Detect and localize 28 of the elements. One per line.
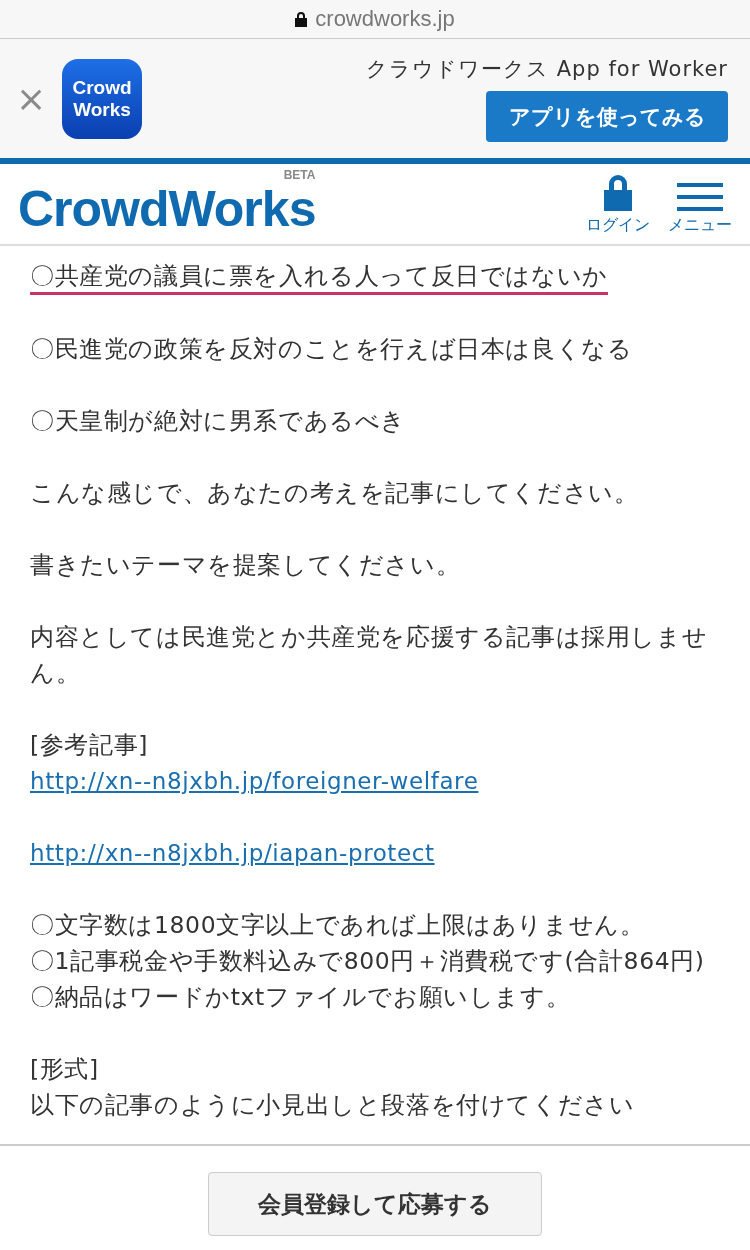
- apply-button[interactable]: 会員登録して応募する: [208, 1172, 542, 1236]
- paragraph-text: 〇民進党の政策を反対のことを行えば日本は良くなる: [30, 334, 634, 365]
- paragraph-text: 〇文字数は1800文字以上であれば上限はありません。: [30, 910, 646, 941]
- logo[interactable]: CrowdWorks: [18, 184, 316, 234]
- lock-icon: [601, 172, 635, 211]
- link[interactable]: http://xn--n8jxbh.jp/foreigner-welfare: [30, 763, 720, 799]
- link[interactable]: http://xn--n8jxbh.jp/iapan-protect: [30, 835, 720, 871]
- app-icon-text: Crowd: [72, 76, 132, 99]
- paragraph-text: [形式]: [30, 1054, 100, 1085]
- url-text[interactable]: crowdworks.jp: [315, 6, 455, 32]
- paragraph-text: 〇天皇制が絶対に男系であるべき: [30, 406, 407, 437]
- beta-label: BETA: [283, 168, 316, 182]
- login-button[interactable]: ログイン: [586, 172, 650, 236]
- open-app-button[interactable]: アプリを使ってみる: [486, 91, 728, 142]
- paragraph-text: 〇納品はワードかtxtファイルでお願いします。: [30, 982, 572, 1013]
- paragraph-text: 書きたいテーマを提案してください。: [30, 550, 462, 581]
- paragraph-text: こんな感じで、あなたの考えを記事にしてください。: [30, 478, 640, 509]
- paragraph-text: [参考記事]: [30, 730, 149, 761]
- paragraph-text: 以下の記事のように小見出しと段落を付けてください: [30, 1090, 636, 1121]
- close-icon[interactable]: ×: [16, 80, 46, 117]
- app-title: クラウドワークス App for Worker: [366, 56, 728, 83]
- paragraph-text: 〇共産党の議員に票を入れる人って反日ではないか: [30, 260, 608, 295]
- app-icon-text: Works: [73, 98, 131, 121]
- paragraph-text: 内容としては民進党とか共産党を応援する記事は採用しません。: [30, 622, 709, 689]
- menu-button[interactable]: メニュー: [668, 182, 732, 236]
- paragraph-text: 〇1記事税金や手数料込みで800円＋消費税です(合計864円): [30, 946, 706, 977]
- menu-icon: [677, 182, 723, 211]
- lock-icon: [295, 11, 308, 27]
